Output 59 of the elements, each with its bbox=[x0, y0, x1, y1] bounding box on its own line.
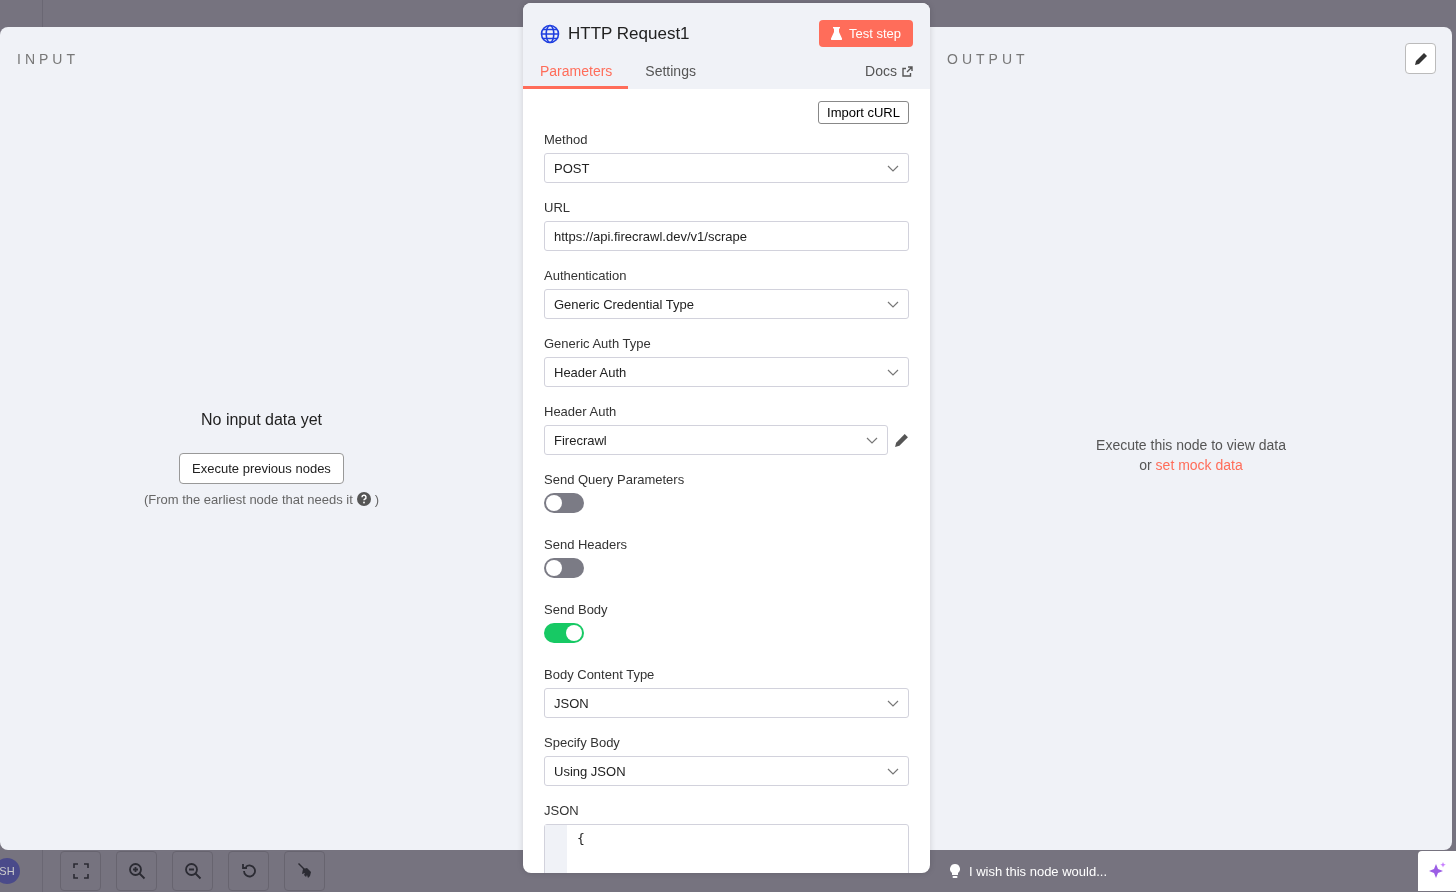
chevron-down-icon bbox=[887, 300, 899, 308]
reset-button[interactable] bbox=[228, 851, 269, 891]
zoom-in-button[interactable] bbox=[116, 851, 157, 891]
chevron-down-icon bbox=[887, 767, 899, 775]
execute-previous-button[interactable]: Execute previous nodes bbox=[179, 452, 344, 484]
zoom-in-icon bbox=[127, 862, 146, 880]
chevron-down-icon bbox=[887, 368, 899, 376]
chevron-down-icon bbox=[866, 436, 878, 444]
select-field[interactable]: Generic Credential Type bbox=[544, 289, 909, 319]
field-label: Send Body bbox=[544, 602, 609, 617]
toggle-switch[interactable] bbox=[544, 493, 584, 513]
flask-icon bbox=[830, 27, 842, 40]
pane-title: OUTPUT bbox=[947, 51, 1029, 69]
zoom-out-button[interactable] bbox=[172, 851, 213, 891]
field-label: Send Query Parameters bbox=[544, 472, 686, 487]
select-field[interactable]: Using JSON bbox=[544, 756, 909, 786]
undo-icon bbox=[239, 862, 258, 880]
node-title: HTTP Request1 bbox=[568, 23, 691, 44]
zoom-out-icon bbox=[183, 862, 202, 880]
lightbulb-icon bbox=[950, 864, 960, 878]
field-label: Body Content Type bbox=[544, 667, 656, 682]
field-label: Header Auth bbox=[544, 404, 618, 419]
field-label: URL bbox=[544, 200, 571, 215]
select-field[interactable]: Header Auth bbox=[544, 357, 909, 387]
ask-prompt[interactable]: I wish this node would... bbox=[969, 863, 1108, 879]
url-input-field[interactable]: https://api.firecrawl.dev/v1/scrape bbox=[544, 221, 909, 251]
output-message: Execute this node to view data or set mock data bbox=[1096, 436, 1286, 475]
help-icon[interactable] bbox=[356, 492, 371, 506]
field-label: Method bbox=[544, 132, 589, 147]
pencil-icon[interactable] bbox=[894, 432, 909, 448]
chevron-down-icon bbox=[887, 164, 899, 172]
chevron-down-icon bbox=[887, 699, 899, 707]
pane-title: INPUT bbox=[17, 51, 80, 67]
code-editor[interactable]: { bbox=[544, 824, 909, 873]
select-field[interactable]: Firecrawl bbox=[544, 425, 888, 455]
field-label: Send Headers bbox=[544, 537, 629, 552]
field-label: JSON bbox=[544, 803, 580, 818]
pencil-icon bbox=[1413, 51, 1428, 66]
tidy-button[interactable] bbox=[284, 851, 325, 891]
select-field[interactable]: JSON bbox=[544, 688, 909, 718]
fullscreen-icon bbox=[72, 863, 89, 879]
user-avatar[interactable]: SH bbox=[0, 858, 20, 884]
field-label: Specify Body bbox=[544, 735, 621, 750]
toggle-switch[interactable] bbox=[544, 623, 584, 643]
hint-text: ) bbox=[374, 491, 380, 507]
external-link-icon bbox=[902, 65, 913, 77]
select-field[interactable]: POST bbox=[544, 153, 909, 183]
globe-icon bbox=[540, 23, 560, 44]
assistant-button[interactable] bbox=[1418, 851, 1456, 891]
empty-title: No input data yet bbox=[201, 410, 322, 429]
hint-text: (From the earliest node that needs it bbox=[143, 491, 353, 507]
import-curl-button[interactable]: Import cURL bbox=[818, 101, 909, 124]
field-label: Authentication bbox=[544, 268, 628, 283]
edit-output-button[interactable] bbox=[1405, 43, 1436, 74]
toggle-switch[interactable] bbox=[544, 558, 584, 578]
field-label: Generic Auth Type bbox=[544, 336, 652, 351]
docs-link[interactable]: Docs bbox=[865, 63, 913, 89]
fit-view-button[interactable] bbox=[60, 851, 101, 891]
panel-tab[interactable]: Settings bbox=[628, 57, 712, 89]
